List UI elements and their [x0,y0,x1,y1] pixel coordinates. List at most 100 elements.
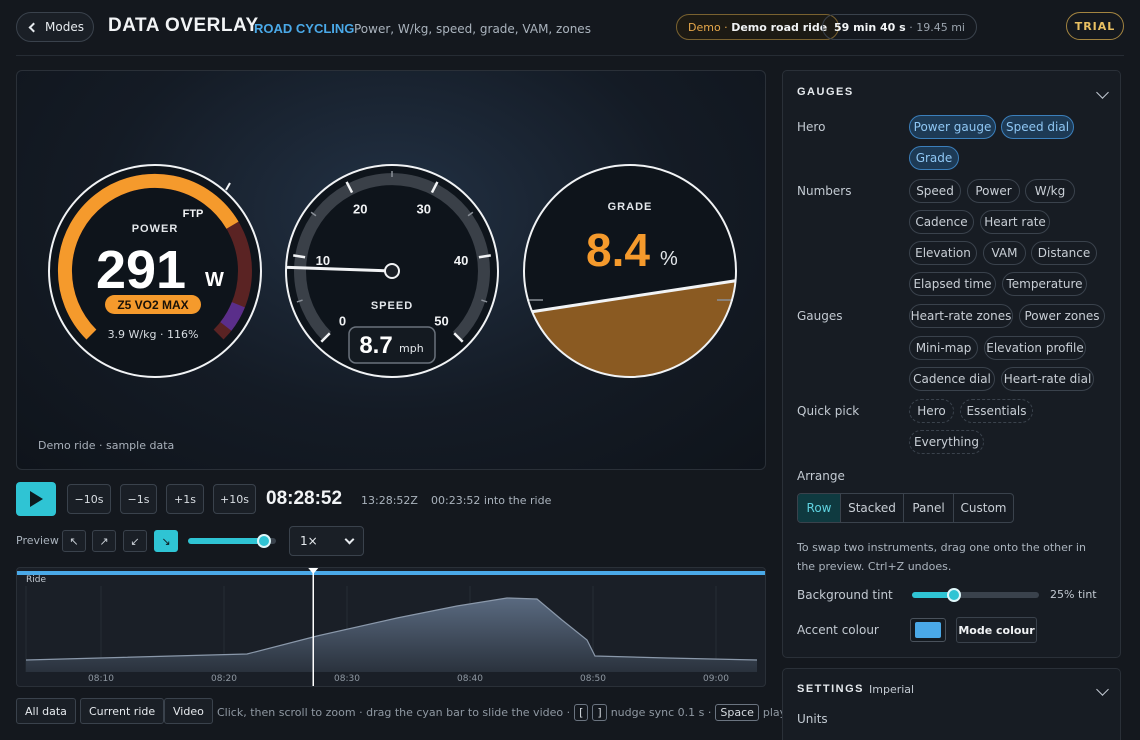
chip-speed-dial[interactable]: Speed dial [1001,115,1074,139]
demo-note: Demo ride · sample data [38,439,175,452]
arrange-segmented-control: Row Stacked Panel Custom [797,493,1014,523]
chip-power[interactable]: Power [967,179,1020,203]
background-tint-label: Background tint [797,588,893,602]
chip-elevation[interactable]: Elevation [909,241,977,265]
chip-cadence-dial[interactable]: Cadence dial [909,367,995,391]
ride-timeline[interactable]: 08:10 08:20 08:30 08:40 08:50 09:00 Ride [16,567,766,687]
current-ride-button[interactable]: Current ride [80,698,165,724]
chevron-down-icon [344,534,355,544]
speed-value: 8.7 [359,332,392,359]
speed-tick-label: 10 [316,253,330,268]
settings-subtitle: Imperial [869,683,915,696]
grade-gauge[interactable]: GRADE 8.4 % [517,164,747,391]
numbers-label: Numbers [797,184,852,198]
arrange-custom[interactable]: Custom [954,494,1013,522]
chip-heart-rate[interactable]: Heart rate [980,210,1050,234]
video-preview[interactable]: POWER FTP 291 W Z5 VO2 MAX 3.9 W/kg · 11… [16,70,766,470]
hero-label: Hero [797,120,826,134]
background-tint-slider[interactable] [912,588,1039,602]
play-button[interactable] [16,482,56,516]
chip-power-gauge[interactable]: Power gauge [909,115,996,139]
speed-label: SPEED [371,300,413,312]
settings-panel-title: SETTINGS [797,683,865,695]
hint-nudge: nudge sync 0.1 s · [610,706,712,719]
back-10s-button[interactable]: −10s [67,484,111,514]
position-bottom-left-button[interactable]: ↙ [123,530,147,552]
timeline-tick-label: 08:50 [580,674,606,684]
trial-badge[interactable]: TRIAL [1066,12,1124,40]
hint-zoom: Click, then scroll to zoom · drag the cy… [217,706,571,719]
elevation-profile [26,598,757,672]
chip-distance[interactable]: Distance [1031,241,1097,265]
position-top-left-button[interactable]: ↖ [62,530,86,552]
chip-elevation-profile[interactable]: Elevation profile [984,336,1086,360]
video-button[interactable]: Video [164,698,213,724]
arrange-row[interactable]: Row [798,494,841,522]
accent-colour-chip [915,622,941,638]
position-top-right-button[interactable]: ↗ [92,530,116,552]
tint-knob[interactable] [946,588,961,602]
power-gauge[interactable]: POWER FTP 291 W Z5 VO2 MAX 3.9 W/kg · 11… [48,164,262,378]
power-value: 291 [96,240,186,300]
chip-grade[interactable]: Grade [909,146,959,170]
ride-distance: · 19.45 mi [909,20,965,34]
timeline-track-label: Ride [26,575,47,585]
chip-temperature[interactable]: Temperature [1002,272,1087,296]
video-sync-bar[interactable] [17,571,766,575]
forward-1s-button[interactable]: +1s [166,484,204,514]
gauges-label: Gauges [797,309,843,323]
units-label: Units [797,712,828,726]
all-data-button[interactable]: All data [16,698,76,724]
tint-value: 25% tint [1050,588,1097,601]
quick-pick-essentials[interactable]: Essentials [960,399,1033,423]
chip-wkg[interactable]: W/kg [1025,179,1075,203]
quick-pick-hero[interactable]: Hero [909,399,954,423]
chip-vam[interactable]: VAM [983,241,1026,265]
speed-needle-hub [384,263,400,279]
arrange-panel[interactable]: Panel [904,494,954,522]
chip-mini-map[interactable]: Mini-map [909,336,978,360]
play-icon [30,491,43,507]
mode-colour-button[interactable]: Mode colour [956,617,1037,643]
chip-speed[interactable]: Speed [909,179,961,203]
ride-duration-pill: 59 min 40 s · 19.45 mi [822,14,977,40]
ftp-tick [225,182,231,191]
accent-colour-swatch[interactable] [910,618,946,642]
demo-ride-pill[interactable]: Demo · Demo road ride [676,14,840,40]
speed-tick-label: 0 [339,313,346,328]
chip-cadence[interactable]: Cadence [909,210,974,234]
preview-size-slider[interactable] [188,534,276,548]
timeline-chart: 08:10 08:20 08:30 08:40 08:50 09:00 [17,568,766,686]
chevron-left-icon [28,22,39,32]
chip-heart-rate-zones[interactable]: Heart-rate zones [909,304,1013,328]
chip-elapsed-time[interactable]: Elapsed time [909,272,996,296]
chip-heart-rate-dial[interactable]: Heart-rate dial [1001,367,1094,391]
grade-value: 8.4 [586,224,650,276]
arrange-stacked[interactable]: Stacked [841,494,904,522]
preview-size-fill [188,538,264,544]
modes-button[interactable]: Modes [16,12,94,42]
ftp-label: FTP [183,208,204,220]
key-bracket-close: ] [592,704,607,721]
preview-size-knob[interactable] [256,534,271,548]
playback-clock: 08:28:52 [266,488,343,509]
speed-tick-label: 30 [417,202,431,217]
demo-name: Demo road ride [731,20,828,34]
settings-panel [782,668,1121,740]
speed-dial[interactable]: 0 10 20 30 40 50 SPEED 8.7 mph [285,164,499,378]
arrange-label: Arrange [797,469,845,483]
gauge-overlay: POWER FTP 291 W Z5 VO2 MAX 3.9 W/kg · 11… [48,164,747,391]
chip-power-zones[interactable]: Power zones [1019,304,1105,328]
speed-tick-label: 20 [353,202,367,217]
ride-duration: 59 min 40 s [834,20,906,34]
metrics-summary: Power, W/kg, speed, grade, VAM, zones [354,22,591,36]
timeline-hint: Click, then scroll to zoom · drag the cy… [217,704,786,721]
quick-pick-everything[interactable]: Everything [909,430,984,454]
gauges-panel-title: GAUGES [797,86,854,98]
playback-speed-select[interactable]: 1× [289,526,364,556]
back-1s-button[interactable]: −1s [120,484,157,514]
position-bottom-right-button[interactable]: ↘ [154,530,178,552]
timeline-tick-label: 08:10 [88,674,114,684]
power-label: POWER [132,223,179,235]
forward-10s-button[interactable]: +10s [213,484,256,514]
